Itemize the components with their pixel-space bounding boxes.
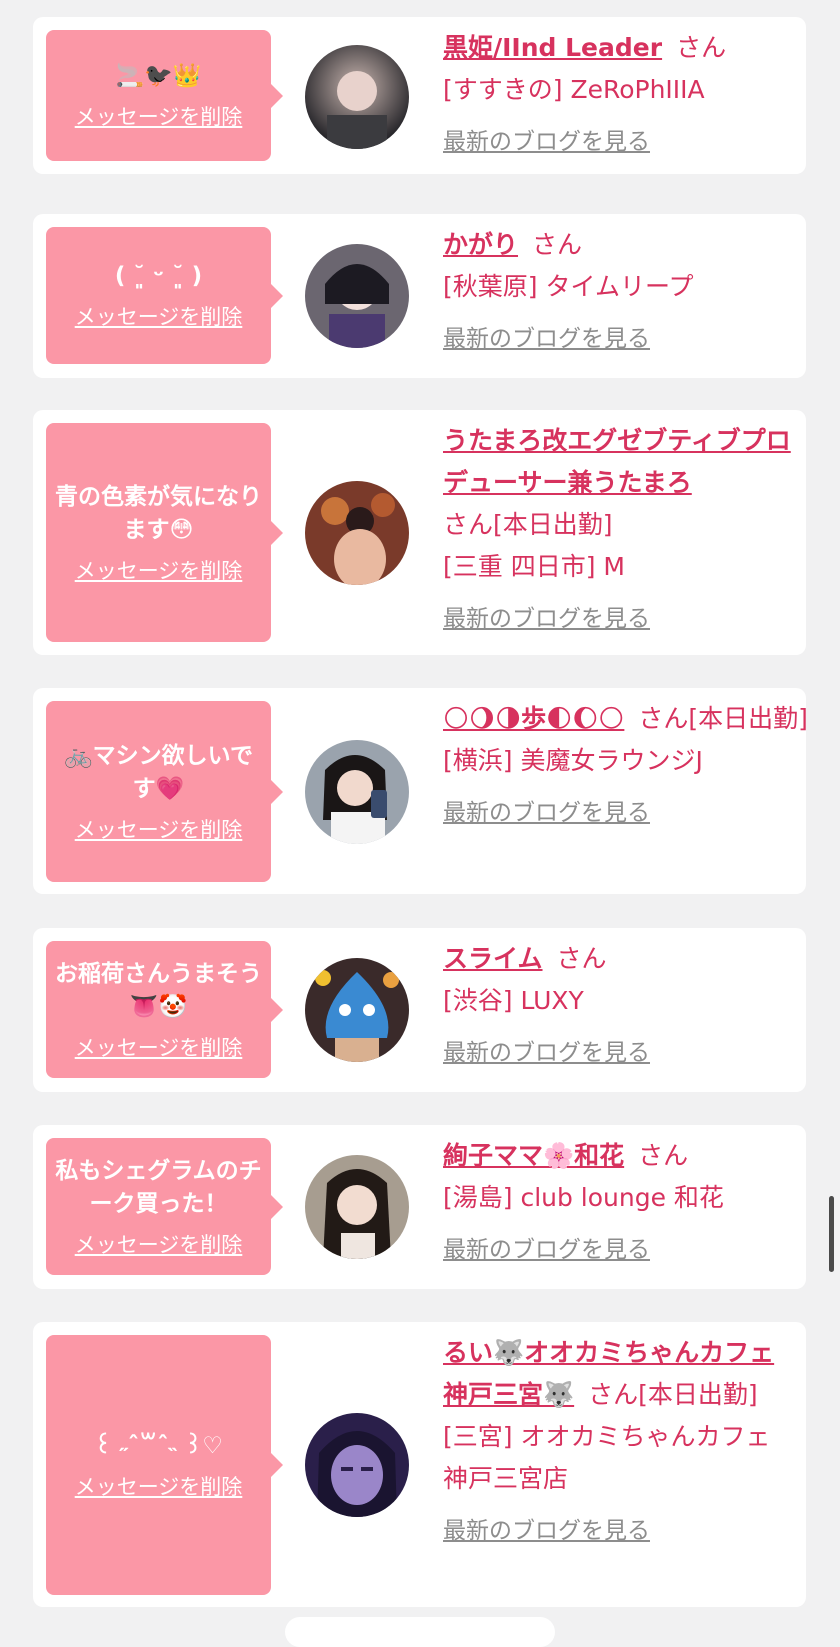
latest-blog-link[interactable]: 最新のブログを見る (443, 598, 650, 640)
delete-message-link[interactable]: メッセージを削除 (75, 814, 243, 844)
message-card: ( ˘͈ ᵕ ˘͈ ) メッセージを削除 かがり さん [秋葉原] タイムリープ … (33, 214, 806, 378)
delete-message-link[interactable]: メッセージを削除 (75, 1229, 243, 1259)
latest-blog-link[interactable]: 最新のブログを見る (443, 1510, 650, 1552)
girl-info: 🌕🌖🌗歩🌓🌔🌕 さん[本日出勤] [横浜] 美魔女ラウンジJ 最新のブログを見る (443, 698, 828, 834)
message-card: ꒰ ˶ˆ꒳ˆ˵ ꒱♡ メッセージを削除 るい🐺オオカミちゃんカフェ神戸三宮🐺 さん… (33, 1322, 806, 1607)
latest-blog-link[interactable]: 最新のブログを見る (443, 792, 650, 834)
girl-name-link[interactable]: うたまろ改エグゼブティブプロデューサー兼うたまろ (443, 426, 791, 497)
girl-info: 絢子ママ🌸和花 さん [湯島] club lounge 和花 最新のブログを見る (443, 1135, 798, 1271)
girl-name-link[interactable]: かがり (443, 230, 518, 259)
avatar-photo (305, 958, 409, 1062)
attendance-status: [本日出勤] (688, 704, 808, 733)
message-bubble: ( ˘͈ ᵕ ˘͈ ) メッセージを削除 (46, 227, 283, 364)
avatar[interactable] (305, 1155, 409, 1259)
message-bubble: 青の色素が気になります😳 メッセージを削除 (46, 423, 283, 642)
message-card: 私もシェグラムのチーク買った！ メッセージを削除 絢子ママ🌸和花 さん [湯島] … (33, 1125, 806, 1289)
attendance-status: [本日出勤] (638, 1380, 758, 1409)
message-card: お稲荷さんうまそう👅🤡 メッセージを削除 スライム さん [渋谷] LUXY 最新… (33, 928, 806, 1092)
girl-name-link[interactable]: 🌕🌖🌗歩🌓🌔🌕 (443, 704, 624, 733)
delete-message-link[interactable]: メッセージを削除 (75, 1032, 243, 1062)
honorific: さん (556, 944, 607, 973)
avatar[interactable] (305, 1413, 409, 1517)
girl-info: うたまろ改エグゼブティブプロデューサー兼うたまろ さん[本日出勤] [三重 四日… (443, 420, 798, 640)
avatar[interactable] (305, 481, 409, 585)
message-text: 私もシェグラムのチーク買った！ (55, 1157, 262, 1217)
message-text: 青の色素が気になります😳 (55, 483, 262, 543)
delete-message-link[interactable]: メッセージを削除 (75, 101, 243, 131)
avatar-photo (305, 45, 409, 149)
message-bubble: お稲荷さんうまそう👅🤡 メッセージを削除 (46, 941, 283, 1078)
message-card: 🚲マシン欲しいです💗 メッセージを削除 🌕🌖🌗歩🌓🌔🌕 さん[本日出勤] [横浜]… (33, 688, 808, 894)
message-text: ( ˘͈ ᵕ ˘͈ ) (114, 263, 203, 289)
latest-blog-link[interactable]: 最新のブログを見る (443, 1229, 650, 1271)
attendance-status: [本日出勤] (493, 510, 613, 539)
avatar[interactable] (305, 45, 409, 149)
message-card: 青の色素が気になります😳 メッセージを削除 うたまろ改エグゼブティブプロデューサ… (33, 410, 806, 655)
shop-name: [渋谷] LUXY (443, 986, 584, 1015)
message-text: ꒰ ˶ˆ꒳ˆ˵ ꒱♡ (94, 1432, 223, 1459)
honorific: さん (588, 1380, 639, 1409)
shop-name: [三重 四日市] M (443, 552, 625, 581)
delete-message-link[interactable]: メッセージを削除 (75, 555, 243, 585)
message-bubble: 🚲マシン欲しいです💗 メッセージを削除 (46, 701, 283, 882)
honorific: さん (443, 510, 494, 539)
girl-info: かがり さん [秋葉原] タイムリープ 最新のブログを見る (443, 224, 798, 360)
girl-name-link[interactable]: スライム (443, 944, 543, 973)
bottom-floating-bar (285, 1617, 555, 1647)
message-text: お稲荷さんうまそう👅🤡 (55, 960, 262, 1020)
message-text: 🚬🐦‍⬛👑 (115, 63, 202, 89)
delete-message-link[interactable]: メッセージを削除 (75, 1471, 243, 1501)
delete-message-link[interactable]: メッセージを削除 (75, 301, 243, 331)
avatar-photo (305, 481, 409, 585)
girl-name-link[interactable]: 絢子ママ🌸和花 (443, 1141, 624, 1170)
latest-blog-link[interactable]: 最新のブログを見る (443, 1032, 650, 1074)
shop-name: [三宮] オオカミちゃんカフェ神戸三宮店 (443, 1422, 771, 1493)
message-bubble: 🚬🐦‍⬛👑 メッセージを削除 (46, 30, 283, 161)
girl-name-link[interactable]: 黒姫/IInd Leader (443, 33, 662, 62)
avatar-photo (305, 244, 409, 348)
shop-name: [秋葉原] タイムリープ (443, 272, 694, 301)
honorific: さん (638, 1141, 689, 1170)
avatar[interactable] (305, 244, 409, 348)
shop-name: [湯島] club lounge 和花 (443, 1183, 724, 1212)
girl-info: るい🐺オオカミちゃんカフェ神戸三宮🐺 さん[本日出勤] [三宮] オオカミちゃんカ… (443, 1332, 793, 1552)
shop-name: [すすきの] ZeRoPhIIIA (443, 75, 705, 104)
message-bubble: 私もシェグラムのチーク買った！ メッセージを削除 (46, 1138, 283, 1275)
avatar-photo (305, 1155, 409, 1259)
message-bubble: ꒰ ˶ˆ꒳ˆ˵ ꒱♡ メッセージを削除 (46, 1335, 283, 1595)
avatar-photo (305, 740, 409, 844)
latest-blog-link[interactable]: 最新のブログを見る (443, 121, 650, 163)
avatar[interactable] (305, 740, 409, 844)
avatar[interactable] (305, 958, 409, 1062)
honorific: さん (638, 704, 689, 733)
message-card: 🚬🐦‍⬛👑 メッセージを削除 黒姫/IInd Leader さん [すすきの] Z… (33, 17, 806, 174)
girl-info: スライム さん [渋谷] LUXY 最新のブログを見る (443, 938, 798, 1074)
honorific: さん (532, 230, 583, 259)
scrollbar-thumb[interactable] (829, 1196, 834, 1272)
honorific: さん (676, 33, 727, 62)
avatar-photo (305, 1413, 409, 1517)
latest-blog-link[interactable]: 最新のブログを見る (443, 318, 650, 360)
girl-info: 黒姫/IInd Leader さん [すすきの] ZeRoPhIIIA 最新のブロ… (443, 27, 798, 163)
message-text: 🚲マシン欲しいです💗 (64, 742, 253, 802)
shop-name: [横浜] 美魔女ラウンジJ (443, 746, 703, 775)
